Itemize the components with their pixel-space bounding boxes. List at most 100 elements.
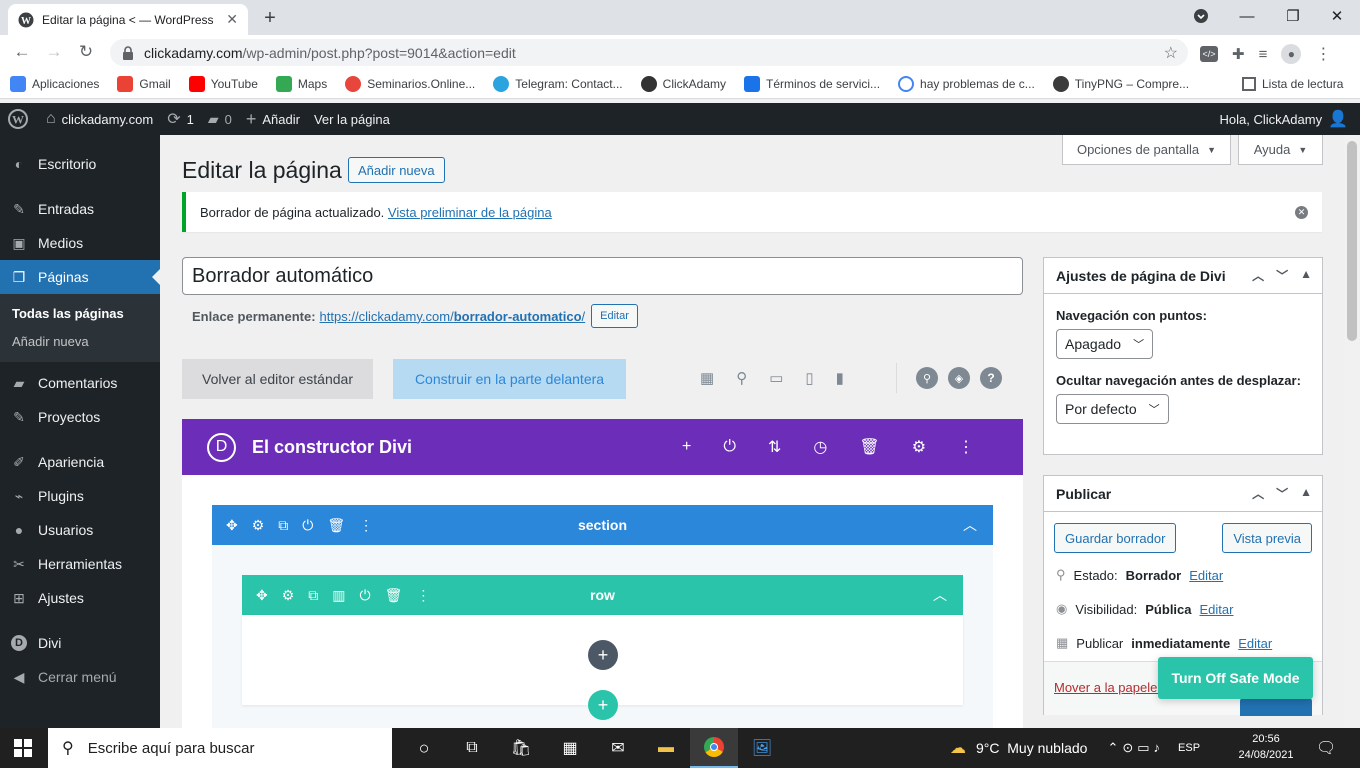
taskbar-search[interactable]: ⚲ Escribe aquí para buscar	[48, 728, 392, 768]
scrollbar-thumb[interactable]	[1347, 141, 1357, 341]
store-icon[interactable]: 🛍	[496, 738, 546, 758]
restore-button[interactable]: ❐	[1270, 0, 1316, 32]
sidebar-item-proyectos[interactable]: ✎ Proyectos	[0, 400, 160, 434]
gear-icon[interactable]: ⚙	[912, 437, 926, 457]
close-window-button[interactable]: ✕	[1314, 0, 1360, 32]
submenu-add-new[interactable]: Añadir nueva	[0, 328, 160, 356]
permalink-edit-button[interactable]: Editar	[591, 304, 638, 328]
clock[interactable]: 20:56 24/08/2021	[1236, 731, 1296, 763]
sidebar-item-ajustes[interactable]: ⊞ Ajustes	[0, 581, 160, 615]
screen-options-button[interactable]: Opciones de pantalla ▼	[1062, 135, 1231, 165]
schedule-edit-link[interactable]: Editar	[1238, 636, 1272, 651]
chevron-up-icon[interactable]: ︿	[933, 585, 947, 605]
bookmark-item[interactable]: Aplicaciones	[10, 75, 99, 92]
title-input[interactable]: Borrador automático	[182, 257, 1023, 295]
menu-icon[interactable]: ⋮	[1315, 44, 1331, 64]
bookmark-item[interactable]: Maps	[275, 75, 327, 92]
safe-mode-button[interactable]: Turn Off Safe Mode	[1158, 657, 1313, 699]
chevron-up-icon[interactable]: ︿	[963, 515, 977, 535]
standard-editor-button[interactable]: Volver al editor estándar	[182, 359, 373, 399]
help-button[interactable]: Ayuda ▼	[1238, 135, 1323, 165]
comments-link[interactable]: ▰ 0	[208, 111, 232, 128]
help-icon[interactable]: ?	[980, 367, 1002, 389]
sidebar-item-entradas[interactable]: ✎ Entradas	[0, 192, 160, 226]
chevron-up-icon[interactable]: ︿	[1252, 485, 1264, 502]
toggle-icon[interactable]: ▲	[1300, 485, 1312, 502]
close-icon[interactable]: ✕	[226, 11, 238, 28]
publish-button[interactable]	[1240, 698, 1312, 716]
power-icon[interactable]: ⏻	[302, 517, 313, 534]
sidebar-item-medios[interactable]: ▣ Medios	[0, 226, 160, 260]
photos-icon[interactable]: 🖼	[738, 738, 786, 758]
task-view-icon[interactable]: ⧉	[448, 739, 496, 757]
bookmark-item[interactable]: ClickAdamy	[640, 75, 726, 92]
sidebar-item-comentarios[interactable]: ▰ Comentarios	[0, 366, 160, 400]
gear-icon[interactable]: ⚙	[252, 517, 265, 534]
sidebar-item-herramientas[interactable]: ✂ Herramientas	[0, 547, 160, 581]
more-icon[interactable]: ⋮	[416, 587, 430, 604]
cortana-icon[interactable]: ○	[400, 738, 448, 759]
move-icon[interactable]: ✥	[226, 517, 238, 534]
dismiss-icon[interactable]: ✕	[1295, 205, 1308, 219]
bookmark-item[interactable]: YouTube	[188, 75, 258, 92]
mail-icon[interactable]: ✉	[594, 738, 642, 758]
bookmark-item[interactable]: Seminarios.Online...	[345, 75, 475, 92]
add-row-button[interactable]: +	[588, 690, 618, 720]
toggle-icon[interactable]: ▲	[1300, 267, 1312, 284]
duplicate-icon[interactable]: ⧉	[278, 517, 288, 534]
wp-logo-button[interactable]: W	[8, 109, 28, 129]
hide-nav-select[interactable]: Por defecto ﹀	[1056, 394, 1169, 424]
duplicate-icon[interactable]: ⧉	[308, 587, 318, 604]
sidebar-item-paginas[interactable]: ❐ Páginas	[0, 260, 160, 294]
more-icon[interactable]: ⋮	[359, 517, 373, 534]
file-explorer-icon[interactable]: ▬	[642, 739, 690, 757]
bookmark-item[interactable]: TinyPNG – Compre...	[1052, 75, 1189, 92]
trash-icon[interactable]: 🗑	[385, 587, 403, 604]
reading-list[interactable]: Lista de lectura	[1242, 76, 1343, 91]
bookmark-item[interactable]: Términos de servici...	[744, 75, 880, 92]
view-page-link[interactable]: Ver la página	[314, 112, 390, 127]
gear-icon[interactable]: ⚙	[282, 587, 295, 604]
notifications-icon[interactable]: 🗨	[1316, 738, 1336, 758]
chevron-down-icon[interactable]: ﹀	[1276, 485, 1288, 502]
page-scrollbar[interactable]	[1344, 135, 1360, 728]
search-icon[interactable]: ⚲	[916, 367, 938, 389]
submenu-all-pages[interactable]: Todas las páginas	[0, 300, 160, 328]
chevron-up-icon[interactable]: ︿	[1252, 267, 1264, 284]
power-icon[interactable]: ⏻	[360, 587, 371, 604]
frontend-builder-button[interactable]: Construir en la parte delantera	[393, 359, 626, 399]
tab-search-button[interactable]	[1178, 0, 1224, 32]
address-bar[interactable]: clickadamy.com/wp-admin/post.php?post=90…	[110, 39, 1188, 66]
preview-button[interactable]: Vista previa	[1222, 523, 1312, 553]
code-icon[interactable]: </>	[1200, 46, 1218, 62]
bookmark-item[interactable]: hay problemas de c...	[898, 75, 1035, 92]
visibility-edit-link[interactable]: Editar	[1200, 602, 1234, 617]
save-draft-button[interactable]: Guardar borrador	[1054, 523, 1177, 553]
desktop-icon[interactable]: ▭	[769, 369, 783, 387]
updates-link[interactable]: ⟳ 1	[167, 109, 194, 129]
sidebar-item-usuarios[interactable]: ● Usuarios	[0, 513, 160, 547]
move-icon[interactable]: ✥	[256, 587, 268, 604]
minimize-button[interactable]: —	[1224, 0, 1270, 32]
account-menu[interactable]: Hola, ClickAdamy 👤	[1219, 109, 1348, 129]
media-control-icon[interactable]: ≡	[1259, 46, 1268, 63]
add-new-link[interactable]: + Añadir	[246, 109, 300, 130]
trash-icon[interactable]: 🗑	[327, 517, 345, 534]
reload-button[interactable]: ↻	[70, 36, 102, 68]
weather-text[interactable]: 9°C Muy nublado	[976, 740, 1087, 756]
profile-icon[interactable]: ●	[1281, 44, 1302, 64]
site-name-link[interactable]: ⌂ clickadamy.com	[46, 110, 153, 128]
chrome-icon[interactable]	[690, 728, 738, 768]
chevron-down-icon[interactable]: ﹀	[1276, 267, 1288, 284]
columns-icon[interactable]: ▥	[332, 587, 345, 604]
layers-icon[interactable]: ◈	[948, 367, 970, 389]
layout-icon[interactable]: ▦	[700, 369, 714, 387]
sidebar-item-apariencia[interactable]: ✐ Apariencia	[0, 445, 160, 479]
sidebar-item-plugins[interactable]: ⌁ Plugins	[0, 479, 160, 513]
add-new-button[interactable]: Añadir nueva	[348, 157, 445, 183]
star-icon[interactable]: ☆	[1164, 43, 1178, 63]
sidebar-item-escritorio[interactable]: ◐ Escritorio	[0, 147, 160, 181]
section-header[interactable]: ✥ ⚙ ⧉ ⏻ 🗑 ⋮ section ︿	[212, 505, 993, 545]
tablet-icon[interactable]: ▯	[805, 369, 813, 387]
windows-start-icon[interactable]	[14, 739, 32, 757]
